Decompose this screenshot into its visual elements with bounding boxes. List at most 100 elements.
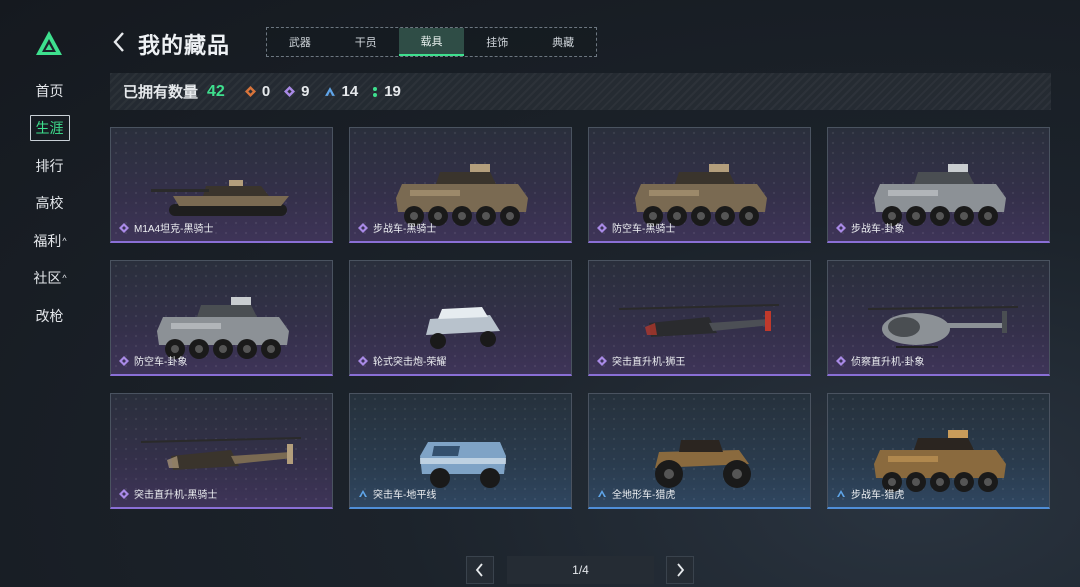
card-caption: 侦察直升机-卦象 (836, 353, 924, 368)
sidebar-item-3[interactable]: 高校 (22, 185, 78, 223)
tab-3[interactable]: 挂饰 (464, 28, 530, 56)
purple-diamond-icon (358, 222, 368, 233)
green-dots-icon (373, 86, 378, 97)
triangle-logo-icon (36, 31, 62, 55)
collection-card[interactable]: 步战车-卦象 (827, 127, 1050, 243)
card-name: 防空车-卦象 (134, 357, 188, 368)
rarity-count-value: 9 (301, 83, 310, 100)
sidebar-item-6[interactable]: 改枪 (22, 297, 78, 335)
vehicle-image (151, 180, 289, 216)
sidebar-item-0[interactable]: 首页 (22, 72, 78, 110)
category-tabs: 武器 干员 载具 挂饰 典藏 (266, 27, 597, 57)
blue-triangle-icon (324, 87, 335, 96)
card-name: 突击直升机-狮王 (612, 357, 686, 368)
tab-1[interactable]: 干员 (333, 28, 399, 56)
sidebar-item-4[interactable]: 福利 ^ (22, 222, 78, 260)
collection-card[interactable]: 突击直升机-狮王 (588, 260, 811, 376)
collection-card[interactable]: M1A4坦克-黑骑士 (110, 127, 333, 243)
sidebar-item-1[interactable]: 生涯 (22, 110, 78, 148)
collection-card[interactable]: 步战车-黑骑士 (349, 127, 572, 243)
collection-card[interactable]: 步战车-猎虎 (827, 393, 1050, 509)
card-caption: 步战车-猎虎 (836, 486, 904, 501)
sidebar-item-5[interactable]: 社区 ^ (22, 260, 78, 298)
sidebar-nav: 首页 生涯 排行 高校 福利 ^ 社区 ^ 改枪 (22, 72, 78, 335)
card-name: 步战车-卦象 (851, 224, 905, 235)
page-title: 我的藏品 (138, 33, 231, 58)
purple-diamond-icon (119, 355, 129, 366)
collection-card[interactable]: 防空车-黑骑士 (588, 127, 811, 243)
vehicle-image (157, 297, 289, 359)
rarity-count-3: 19 (372, 83, 401, 100)
card-caption: 突击直升机-狮王 (597, 353, 685, 368)
vehicle-image (396, 164, 528, 226)
vehicle-image (874, 430, 1006, 492)
chevron-left-icon (475, 563, 483, 577)
blue-triangle-icon (359, 489, 367, 497)
card-name: 轮式突击炮-荣耀 (373, 357, 447, 368)
card-name: 全地形车-猎虎 (612, 490, 676, 501)
orange-diamond-icon (244, 86, 256, 97)
collection-grid: M1A4坦克-黑骑士 步战车-黑骑士 防空车-黑骑士 步战车-卦象 防空车-卦象… (110, 127, 1051, 509)
sidebar-item-label: 首页 (35, 82, 64, 99)
collection-card[interactable]: 全地形车-猎虎 (588, 393, 811, 509)
purple-diamond-icon (597, 222, 607, 233)
chevron-right-icon (677, 563, 685, 577)
vehicle-image (655, 440, 751, 488)
collection-card[interactable]: 突击车-地平线 (349, 393, 572, 509)
sidebar-item-2[interactable]: 排行 (22, 147, 78, 185)
vehicle-image (874, 164, 1006, 226)
vehicle-image (420, 442, 506, 488)
sidebar-item-label: 社区 (33, 270, 62, 287)
next-page-button[interactable] (666, 556, 694, 584)
purple-diamond-icon (119, 222, 129, 233)
caret-up-icon: ^ (62, 273, 67, 284)
card-caption: 步战车-黑骑士 (358, 220, 436, 235)
owned-count-value: 42 (207, 82, 225, 100)
card-name: 步战车-猎虎 (851, 490, 905, 501)
rarity-count-value: 19 (384, 83, 401, 100)
card-name: 防空车-黑骑士 (612, 224, 676, 235)
tab-4[interactable]: 典藏 (530, 28, 596, 56)
purple-diamond-icon (284, 86, 296, 97)
card-caption: 全地形车-猎虎 (597, 486, 675, 501)
rarity-count-2: 14 (324, 83, 359, 100)
rarity-count-1: 9 (284, 83, 310, 100)
tab-2[interactable]: 载具 (398, 28, 465, 56)
rarity-count-0: 0 (244, 83, 270, 100)
purple-diamond-icon (119, 488, 129, 499)
purple-diamond-icon (358, 355, 368, 366)
page-indicator: 1/4 (507, 556, 654, 584)
card-name: 突击直升机-黑骑士 (134, 490, 218, 501)
card-name: 突击车-地平线 (373, 490, 437, 501)
card-caption: 突击车-地平线 (358, 486, 436, 501)
card-caption: 轮式突击炮-荣耀 (358, 353, 446, 368)
sidebar-item-label: 排行 (35, 157, 64, 174)
card-name: 步战车-黑骑士 (373, 224, 437, 235)
card-caption: 防空车-黑骑士 (597, 220, 675, 235)
card-name: 侦察直升机-卦象 (851, 357, 925, 368)
caret-up-icon: ^ (62, 235, 67, 246)
card-caption: M1A4坦克-黑骑士 (119, 220, 213, 235)
vehicle-image (426, 307, 500, 349)
collection-card[interactable]: 轮式突击炮-荣耀 (349, 260, 572, 376)
card-caption: 突击直升机-黑骑士 (119, 486, 217, 501)
back-arrow-icon[interactable] (112, 31, 126, 53)
sidebar-item-label: 改枪 (35, 307, 64, 324)
blue-triangle-icon (837, 489, 845, 497)
collection-card[interactable]: 防空车-卦象 (110, 260, 333, 376)
purple-diamond-icon (836, 222, 846, 233)
tab-0[interactable]: 武器 (267, 28, 333, 56)
card-caption: 防空车-卦象 (119, 353, 187, 368)
rarity-count-value: 14 (341, 83, 359, 100)
vehicle-image (867, 306, 1019, 348)
collection-card[interactable]: 突击直升机-黑骑士 (110, 393, 333, 509)
collection-stats-bar: 已拥有数量 42 0 9 14 19 (110, 73, 1051, 110)
owned-count-label: 已拥有数量 (123, 84, 199, 101)
purple-diamond-icon (836, 355, 846, 366)
vehicle-image (140, 437, 302, 470)
sidebar-item-label: 生涯 (29, 115, 70, 142)
prev-page-button[interactable] (466, 556, 494, 584)
sidebar-item-label: 高校 (35, 195, 64, 212)
collection-card[interactable]: 侦察直升机-卦象 (827, 260, 1050, 376)
card-caption: 步战车-卦象 (836, 220, 904, 235)
